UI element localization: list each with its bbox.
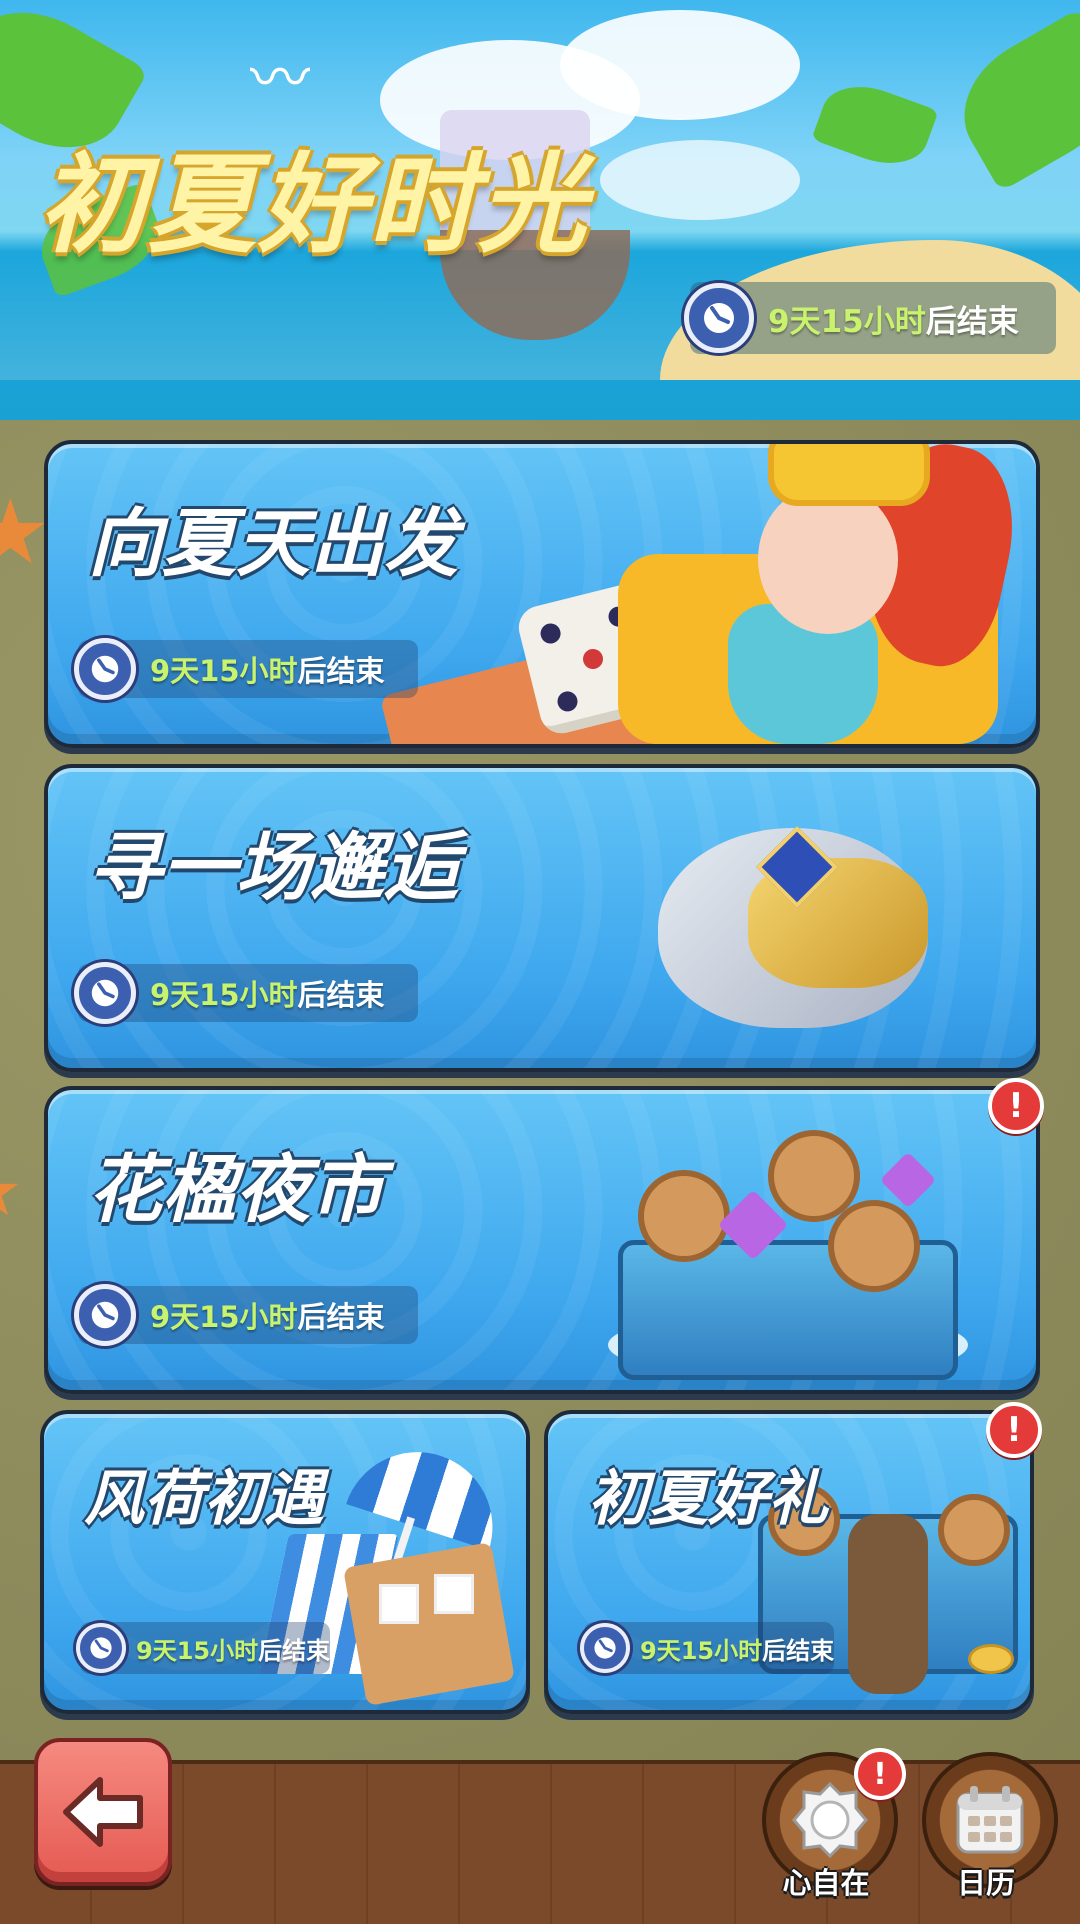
- page-title: 初夏好时光: [38, 143, 589, 268]
- clock-icon: [74, 1284, 136, 1346]
- scroll-icon: [828, 1200, 920, 1292]
- cloud: [600, 140, 800, 220]
- timer-text: 9天15小时后结束: [150, 654, 385, 688]
- event-title: 风荷初遇: [84, 1464, 324, 1534]
- starfish-icon: ★: [0, 1150, 23, 1232]
- gear-badge-icon: [792, 1781, 868, 1859]
- photo: [434, 1574, 474, 1614]
- arrow-left-icon: [63, 1777, 143, 1847]
- event-timer: 9天15小时后结束: [74, 638, 418, 700]
- event-card-lotus[interactable]: 风荷初遇 9天15小时后结束: [40, 1410, 530, 1714]
- scroll-icon: [938, 1494, 1010, 1566]
- banner-timer: 9天15小时后结束: [684, 282, 1056, 354]
- calendar-icon: [956, 1786, 1024, 1854]
- event-timer: 9天15小时后结束: [580, 1622, 835, 1674]
- calendar-label: 日历: [956, 1866, 1015, 1900]
- notification-badge: !: [986, 1402, 1042, 1458]
- event-card-summer-departure[interactable]: 向夏天出发 9天15小时后结束: [44, 440, 1040, 748]
- seagull-icon: 〰: [250, 44, 310, 114]
- timer-text: 9天15小时后结束: [768, 303, 1019, 340]
- notification-badge: !: [988, 1078, 1044, 1134]
- photo-board: [342, 1542, 516, 1706]
- event-title: 向夏天出发: [88, 501, 458, 587]
- event-card-night-market[interactable]: 花楹夜市 9天15小时后结束: [44, 1086, 1040, 1394]
- timer-text: 9天15小时后结束: [150, 1300, 385, 1334]
- clock-icon: [74, 638, 136, 700]
- event-title: 寻一场邂逅: [88, 825, 458, 911]
- goggles: [768, 444, 930, 506]
- photo: [379, 1584, 419, 1624]
- event-timer: 9天15小时后结束: [76, 1622, 331, 1674]
- scroll-icon: [638, 1170, 730, 1262]
- timer-text: 9天15小时后结束: [150, 978, 385, 1012]
- event-title: 初夏好礼: [588, 1464, 828, 1534]
- event-timer: 9天15小时后结束: [74, 1284, 418, 1346]
- clock-icon: [76, 1623, 126, 1673]
- event-card-encounter[interactable]: 寻一场邂逅 9天15小时后结束: [44, 764, 1040, 1072]
- cloud: [560, 10, 800, 120]
- clock-icon: [684, 283, 754, 353]
- heart-ease-label: 心自在: [782, 1866, 870, 1900]
- event-card-summer-gift[interactable]: 初夏好礼 9天15小时后结束: [544, 1410, 1034, 1714]
- event-timer: 9天15小时后结束: [74, 962, 418, 1024]
- palm-leaf: [811, 73, 939, 177]
- palm-leaf: [940, 8, 1080, 192]
- clock-icon: [580, 1623, 630, 1673]
- timer-text: 9天15小时后结束: [640, 1636, 835, 1665]
- timer-text: 9天15小时后结束: [136, 1636, 331, 1665]
- clock-icon: [74, 962, 136, 1024]
- event-title: 花楹夜市: [88, 1147, 384, 1233]
- notification-badge: !: [854, 1748, 906, 1800]
- event-banner: 〰 初夏好时光 9天15小时后结束: [0, 0, 1080, 420]
- character-face: [758, 484, 898, 634]
- back-button[interactable]: [34, 1738, 172, 1886]
- warrior-figure: [848, 1514, 928, 1694]
- coin-icon: [968, 1644, 1014, 1674]
